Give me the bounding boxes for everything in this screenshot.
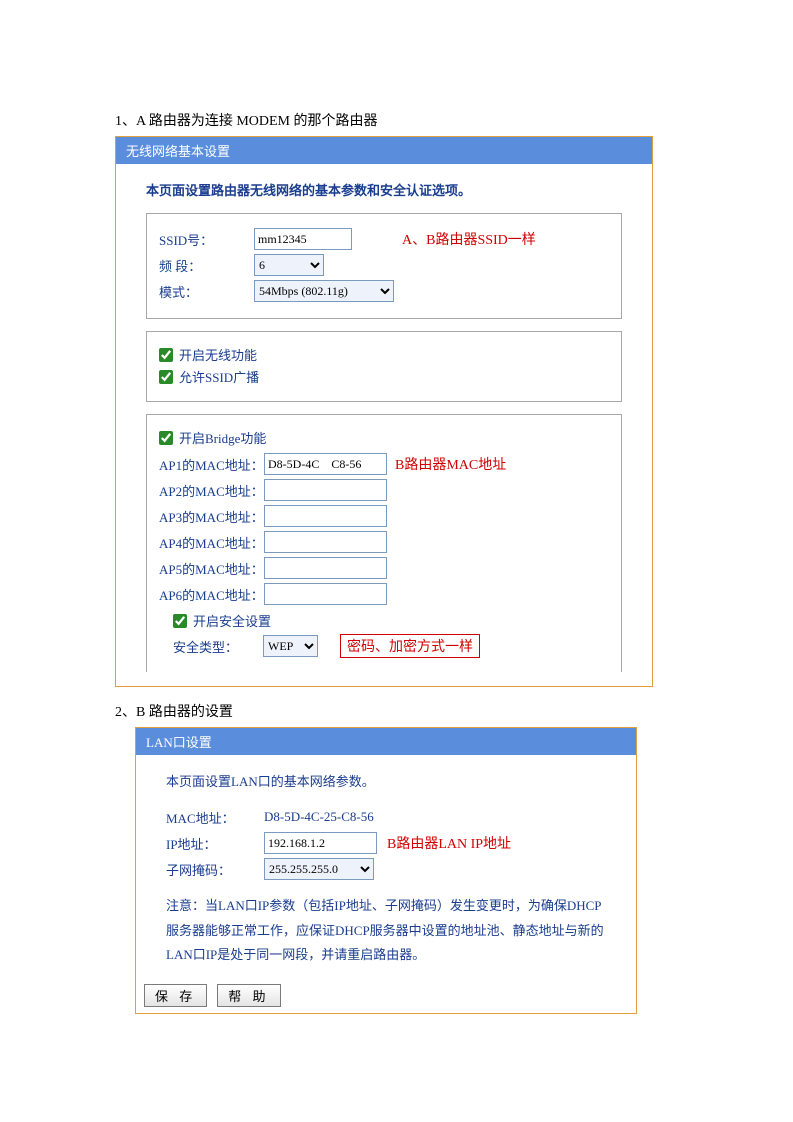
mode-label: 模式：: [159, 282, 254, 301]
mode-select[interactable]: 54Mbps (802.11g): [254, 280, 394, 302]
enable-wireless-checkbox[interactable]: [159, 348, 173, 362]
mask-select[interactable]: 255.255.255.0: [264, 858, 374, 880]
enable-bridge-label: 开启Bridge功能: [179, 428, 266, 447]
allow-ssid-checkbox[interactable]: [159, 370, 173, 384]
lan-panel: LAN口设置 本页面设置LAN口的基本网络参数。 MAC地址： D8-5D-4C…: [135, 727, 637, 1014]
ap2-input[interactable]: [264, 479, 387, 501]
lan-subtitle: 本页面设置LAN口的基本网络参数。: [166, 771, 606, 790]
ap5-label: AP5的MAC地址：: [159, 559, 264, 578]
security-type-select[interactable]: WEP: [263, 635, 318, 657]
enable-security-label: 开启安全设置: [193, 611, 271, 630]
save-button[interactable]: 保 存: [144, 984, 207, 1007]
ap2-label: AP2的MAC地址：: [159, 481, 264, 500]
ap3-label: AP3的MAC地址：: [159, 507, 264, 526]
band-label: 频 段：: [159, 256, 254, 275]
ap5-input[interactable]: [264, 557, 387, 579]
enable-security-checkbox[interactable]: [173, 614, 187, 628]
mac-label: MAC地址：: [166, 808, 246, 827]
annot-ip: B路由器LAN IP地址: [387, 833, 511, 853]
lan-notice: 注意：当LAN口IP参数（包括IP地址、子网掩码）发生变更时，为确保DHCP服务…: [166, 894, 606, 968]
security-type-label: 安全类型：: [173, 637, 263, 656]
ap1-input[interactable]: [264, 453, 387, 475]
annot-mac: B路由器MAC地址: [395, 454, 506, 474]
ip-input[interactable]: [264, 832, 377, 854]
ap6-input[interactable]: [264, 583, 387, 605]
section1-title: 1、A 路由器为连接 MODEM 的那个路由器: [115, 110, 678, 130]
ap6-label: AP6的MAC地址：: [159, 585, 264, 604]
section2-title: 2、B 路由器的设置: [115, 701, 678, 721]
ssid-label: SSID号：: [159, 230, 254, 249]
wlan-panel: 无线网络基本设置 本页面设置路由器无线网络的基本参数和安全认证选项。 SSID号…: [115, 136, 653, 687]
ap4-label: AP4的MAC地址：: [159, 533, 264, 552]
ip-label: IP地址：: [166, 834, 246, 853]
ap3-input[interactable]: [264, 505, 387, 527]
wlan-subtitle: 本页面设置路由器无线网络的基本参数和安全认证选项。: [146, 180, 622, 199]
wlan-bridge-group: 开启Bridge功能 AP1的MAC地址： B路由器MAC地址 AP2的MAC地…: [146, 414, 622, 672]
wlan-enable-group: 开启无线功能 允许SSID广播: [146, 331, 622, 402]
ap1-label: AP1的MAC地址：: [159, 455, 264, 474]
ap4-input[interactable]: [264, 531, 387, 553]
annot-ssid: A、B路由器SSID一样: [402, 229, 536, 249]
wlan-panel-header: 无线网络基本设置: [116, 137, 652, 164]
mask-label: 子网掩码：: [166, 860, 246, 879]
band-select[interactable]: 6: [254, 254, 324, 276]
allow-ssid-label: 允许SSID广播: [179, 367, 259, 386]
help-button[interactable]: 帮 助: [217, 984, 280, 1007]
enable-bridge-checkbox[interactable]: [159, 431, 173, 445]
mac-value: D8-5D-4C-25-C8-56: [264, 809, 374, 825]
ssid-input[interactable]: [254, 228, 352, 250]
wlan-basic-group: SSID号： A、B路由器SSID一样 频 段： 6 模式： 54Mbps (8…: [146, 213, 622, 319]
enable-wireless-label: 开启无线功能: [179, 345, 257, 364]
lan-panel-header: LAN口设置: [136, 728, 636, 755]
annot-sec: 密码、加密方式一样: [340, 634, 480, 658]
